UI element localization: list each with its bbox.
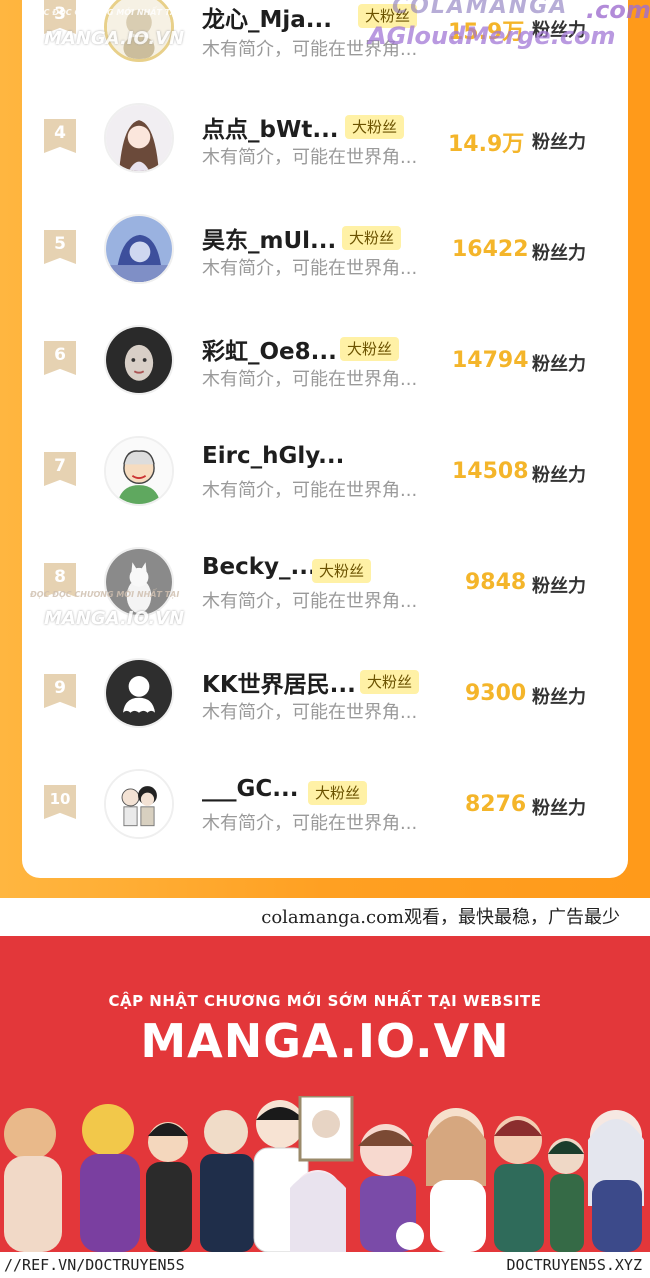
- user-bio: 木有简介，可能在世界角...: [202, 702, 418, 723]
- user-name[interactable]: 点点_bWt...: [202, 110, 339, 144]
- user-name[interactable]: Becky_...: [202, 554, 317, 580]
- manga-io-watermark: MANGA.IO.VN: [44, 28, 185, 49]
- big-fan-badge: 大粉丝: [312, 559, 372, 583]
- user-name[interactable]: Eirc_hGly...: [202, 443, 344, 469]
- white-cat-avatar[interactable]: [104, 547, 174, 617]
- user-name[interactable]: KK世界居民...: [202, 665, 356, 699]
- ranking-row-9[interactable]: 9 KK世界居民... 大粉丝 木有简介，可能在世界角... 9300 粉丝力: [22, 636, 628, 747]
- rank-number-flag: 9: [44, 674, 76, 708]
- ranking-row-4[interactable]: 4 点点_bWt... 大粉丝 木有简介，可能在世界角... 14.9万 粉丝力: [22, 81, 628, 192]
- user-name[interactable]: ___GC...: [202, 776, 298, 802]
- chibi-duo-avatar[interactable]: [104, 769, 174, 839]
- rank-number-flag: 10: [44, 785, 76, 819]
- rank-number-flag: 4: [44, 119, 76, 153]
- user-bio: 木有简介，可能在世界角...: [202, 147, 418, 168]
- fan-power-value: 14.9万: [448, 132, 525, 157]
- manga-characters-illustration: [4, 1096, 644, 1252]
- footer-ref-link[interactable]: //REF.VN/DOCTRUYEN5S: [4, 1256, 185, 1274]
- blue-anime-avatar[interactable]: [104, 214, 174, 284]
- user-name[interactable]: 彩虹_Oe8...: [202, 332, 337, 366]
- fan-power-value: 8276: [465, 792, 527, 817]
- colamanga-watermark: COLAMANGA: [392, 0, 569, 19]
- user-bio: 木有简介，可能在世界角...: [202, 258, 418, 279]
- fan-power-label: 粉丝力: [532, 354, 586, 375]
- fan-power-value: 9300: [465, 681, 527, 706]
- manga-io-watermark-small: ĐỌC ĐỌC CHƯƠNG MỚI NHẤT TẠI: [30, 8, 180, 17]
- ranking-row-5[interactable]: 5 昊东_mUl... 大粉丝 木有简介，可能在世界角... 16422 粉丝力: [22, 192, 628, 303]
- banner-logo[interactable]: MANGA.IO.VN: [0, 1014, 650, 1068]
- woman-photo-avatar[interactable]: [104, 325, 174, 395]
- big-fan-badge: 大粉丝: [342, 226, 402, 250]
- big-fan-badge: 大粉丝: [345, 115, 405, 139]
- footer-bar: //REF.VN/DOCTRUYEN5S DOCTRUYEN5S.XYZ: [0, 1252, 650, 1278]
- fan-power-value: 9848: [465, 570, 527, 595]
- user-name[interactable]: 昊东_mUl...: [202, 221, 336, 255]
- ranking-row-6[interactable]: 6 彩虹_Oe8... 大粉丝 木有简介，可能在世界角... 14794 粉丝力: [22, 303, 628, 414]
- user-name[interactable]: 龙心_Mja...: [202, 0, 332, 34]
- promo-banner[interactable]: CẬP NHẬT CHƯƠNG MỚI SỚM NHẤT TẠI WEBSITE…: [0, 936, 650, 1252]
- dot-com-watermark: .com: [586, 0, 650, 24]
- user-bio: 木有简介，可能在世界角...: [202, 591, 418, 612]
- fan-power-label: 粉丝力: [532, 132, 586, 153]
- big-fan-badge: 大粉丝: [308, 781, 368, 805]
- anime-girl-avatar[interactable]: [104, 103, 174, 173]
- rank-number-flag: 7: [44, 452, 76, 486]
- fan-power-label: 粉丝力: [532, 243, 586, 264]
- fan-power-label: 粉丝力: [532, 798, 586, 819]
- fan-power-value: 14794: [452, 348, 529, 373]
- big-fan-badge: 大粉丝: [340, 337, 400, 361]
- user-bio: 木有简介，可能在世界角...: [202, 813, 418, 834]
- cartoon-old-man-avatar[interactable]: [104, 436, 174, 506]
- ranking-row-10[interactable]: 10 ___GC... 大粉丝 木有简介，可能在世界角... 8276 粉丝力: [22, 747, 628, 858]
- user-bio: 木有简介，可能在世界角...: [202, 369, 418, 390]
- footer-site-link[interactable]: DOCTRUYEN5S.XYZ: [507, 1256, 642, 1274]
- big-fan-badge: 大粉丝: [360, 670, 420, 694]
- fan-power-label: 粉丝力: [532, 465, 586, 486]
- fan-power-label: 粉丝力: [532, 687, 586, 708]
- manga-io-watermark: MANGA.IO.VN: [44, 608, 185, 629]
- rank-number-flag: 5: [44, 230, 76, 264]
- site-caption: colamanga.com观看，最快最稳，广告最少: [261, 907, 620, 928]
- default-ghost-avatar[interactable]: [104, 658, 174, 728]
- user-bio: 木有简介，可能在世界角...: [202, 480, 418, 501]
- fan-power-value: 16422: [452, 237, 529, 262]
- fan-power-value: 14508: [452, 459, 529, 484]
- manga-io-watermark-small: ĐỌC ĐỌC CHƯƠNG MỚI NHẤT TẠI: [30, 590, 180, 599]
- rank-number-flag: 6: [44, 341, 76, 375]
- cloudmerge-watermark: AGloudMerge.com: [368, 22, 616, 50]
- ranking-row-7[interactable]: 7 Eirc_hGly... 木有简介，可能在世界角... 14508 粉丝力: [22, 414, 628, 525]
- banner-tagline: CẬP NHẬT CHƯƠNG MỚI SỚM NHẤT TẠI WEBSITE: [108, 992, 542, 1010]
- fan-power-label: 粉丝力: [532, 576, 586, 597]
